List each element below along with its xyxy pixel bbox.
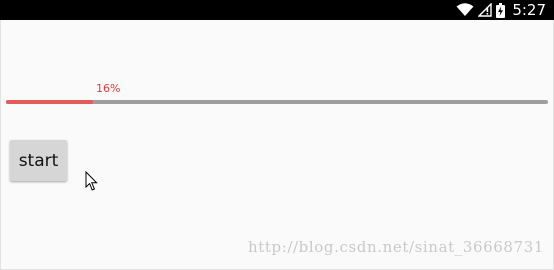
status-time: 5:27: [512, 1, 546, 19]
progress-bar-fill: [6, 100, 93, 104]
start-button[interactable]: start: [10, 140, 67, 181]
screen-border: [0, 0, 554, 270]
progress-bar: [6, 100, 548, 104]
mouse-pointer-icon: [85, 170, 98, 192]
battery-charging-icon: [496, 2, 506, 18]
status-bar: 5:27: [0, 0, 554, 20]
status-icons: 5:27: [456, 0, 546, 20]
progress-label: 16%: [96, 82, 121, 95]
wifi-icon: [456, 3, 474, 17]
cellular-no-data-icon: [477, 2, 493, 17]
progress-indicator: 16%: [6, 80, 548, 108]
watermark-url: http://blog.csdn.net/sinat_36668731: [247, 238, 544, 256]
